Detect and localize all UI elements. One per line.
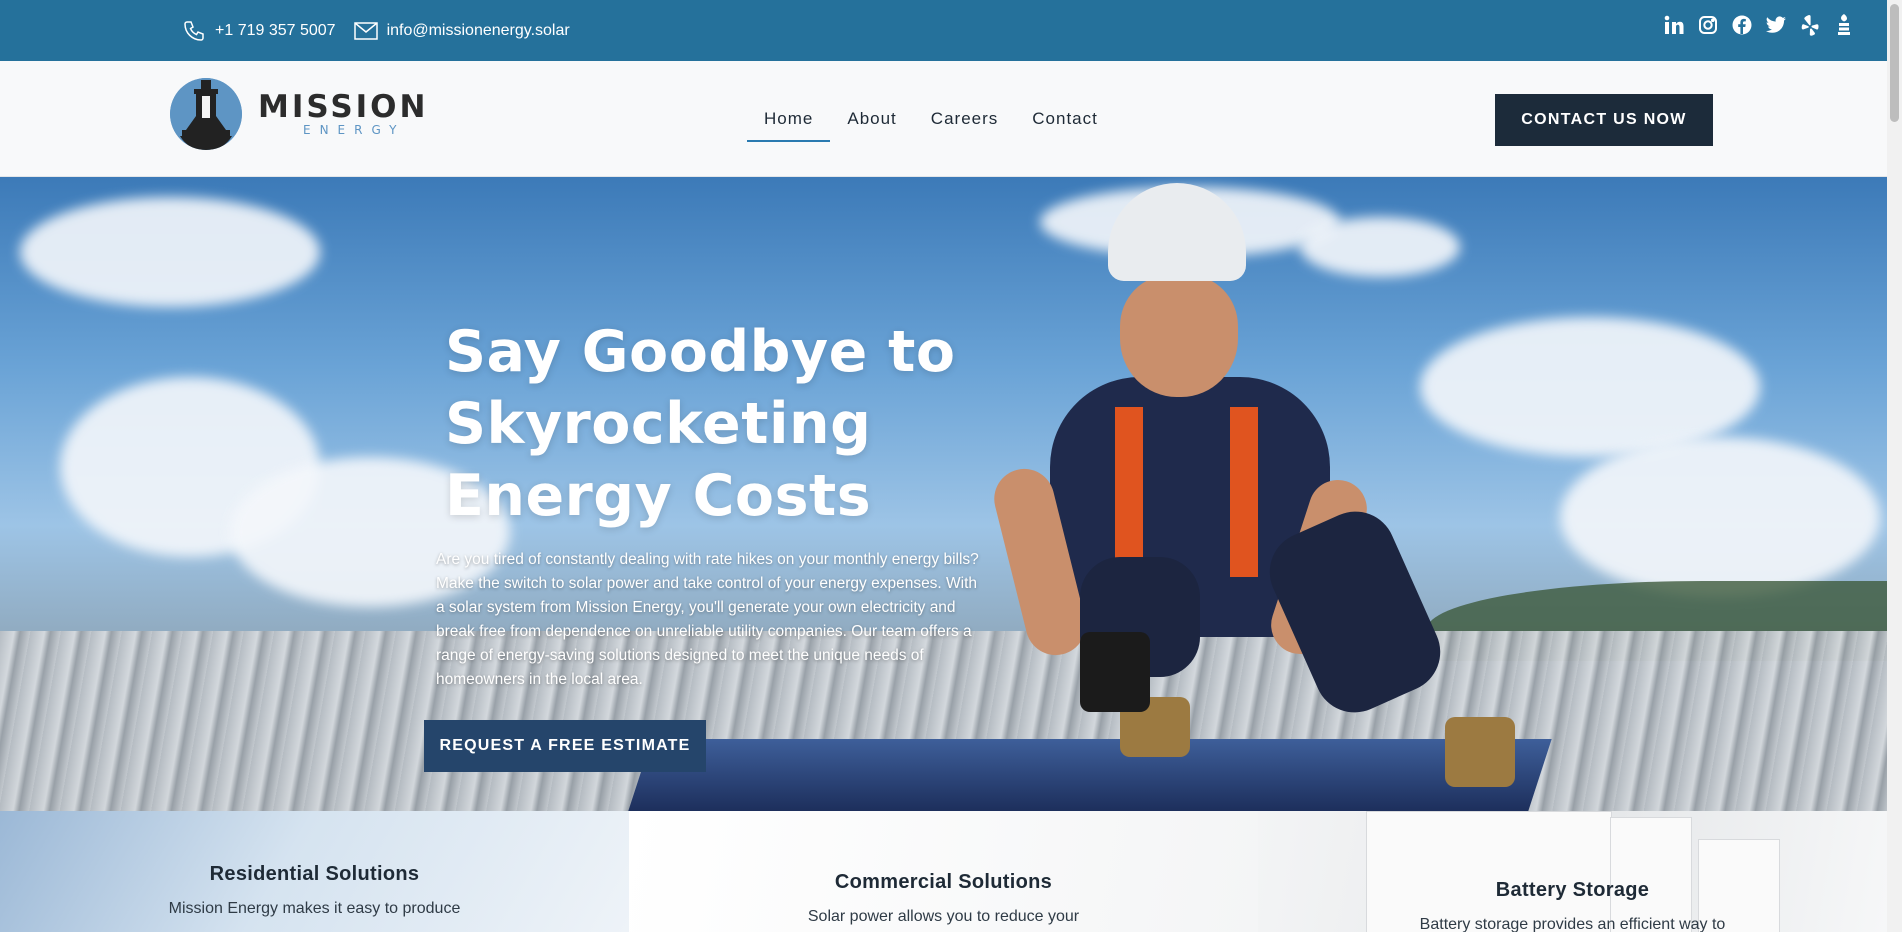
logo-wordmark: MISSION (258, 89, 429, 125)
battery-unit-shape (1366, 811, 1612, 932)
phone-icon (182, 19, 206, 43)
top-bar: +1 719 357 5007 info@missionenergy.solar (0, 0, 1887, 61)
facebook-icon[interactable] (1731, 14, 1753, 36)
hero-section: Say Goodbye to Skyrocketing Energy Costs… (0, 177, 1887, 811)
service-title: Commercial Solutions (834, 871, 1053, 893)
service-card-battery[interactable]: Battery Storage Battery storage provides… (1258, 811, 1887, 932)
request-estimate-button[interactable]: REQUEST A FREE ESTIMATE (424, 720, 706, 772)
service-text: Battery storage provides an efficient wa… (1419, 916, 1726, 932)
contact-info: +1 719 357 5007 info@missionenergy.solar (182, 0, 570, 61)
twitter-icon[interactable] (1765, 14, 1787, 36)
site-header: MISSION ENERGY Home About Careers Contac… (0, 61, 1887, 177)
linkedin-icon[interactable] (1663, 14, 1685, 36)
contact-us-button[interactable]: CONTACT US NOW (1495, 94, 1713, 146)
email-link[interactable]: info@missionenergy.solar (353, 21, 570, 40)
hero-description: Are you tired of constantly dealing with… (436, 551, 979, 688)
logo-subtitle: ENERGY (302, 123, 406, 137)
cloud-shape (20, 197, 320, 307)
instagram-icon[interactable] (1697, 14, 1719, 36)
nav-home[interactable]: Home (747, 99, 831, 142)
services-row: Residential Solutions Mission Energy mak… (0, 811, 1887, 932)
phone-link[interactable]: +1 719 357 5007 (182, 19, 336, 43)
scrollbar-thumb[interactable] (1890, 4, 1899, 122)
main-nav: Home About Careers Contact (747, 61, 1115, 177)
email-address: info@missionenergy.solar (386, 21, 570, 39)
mail-icon (353, 21, 378, 40)
nav-careers[interactable]: Careers (914, 99, 1015, 139)
hero-title: Say Goodbye to Skyrocketing Energy Costs (445, 319, 956, 529)
service-title: Residential Solutions (209, 863, 420, 885)
service-text: Solar power allows you to reduce your (807, 908, 1080, 925)
phone-number: +1 719 357 5007 (215, 21, 336, 39)
service-card-commercial[interactable]: Commercial Solutions Solar power allows … (629, 811, 1258, 932)
social-links (1663, 14, 1855, 36)
service-card-residential[interactable]: Residential Solutions Mission Energy mak… (0, 811, 629, 932)
site-logo[interactable]: MISSION ENERGY (170, 78, 428, 150)
yelp-icon[interactable] (1799, 14, 1821, 36)
bell-logo-icon (170, 78, 242, 150)
service-text: Mission Energy makes it easy to produce (168, 900, 461, 917)
nav-about[interactable]: About (830, 99, 913, 139)
service-title: Battery Storage (1495, 879, 1650, 901)
battery-unit-shape (1610, 817, 1692, 932)
worker-illustration (987, 177, 1550, 811)
nav-contact[interactable]: Contact (1015, 99, 1115, 139)
cloud-shape (1560, 437, 1880, 597)
page-scrollbar[interactable] (1887, 0, 1902, 932)
bbb-icon[interactable] (1833, 14, 1855, 36)
